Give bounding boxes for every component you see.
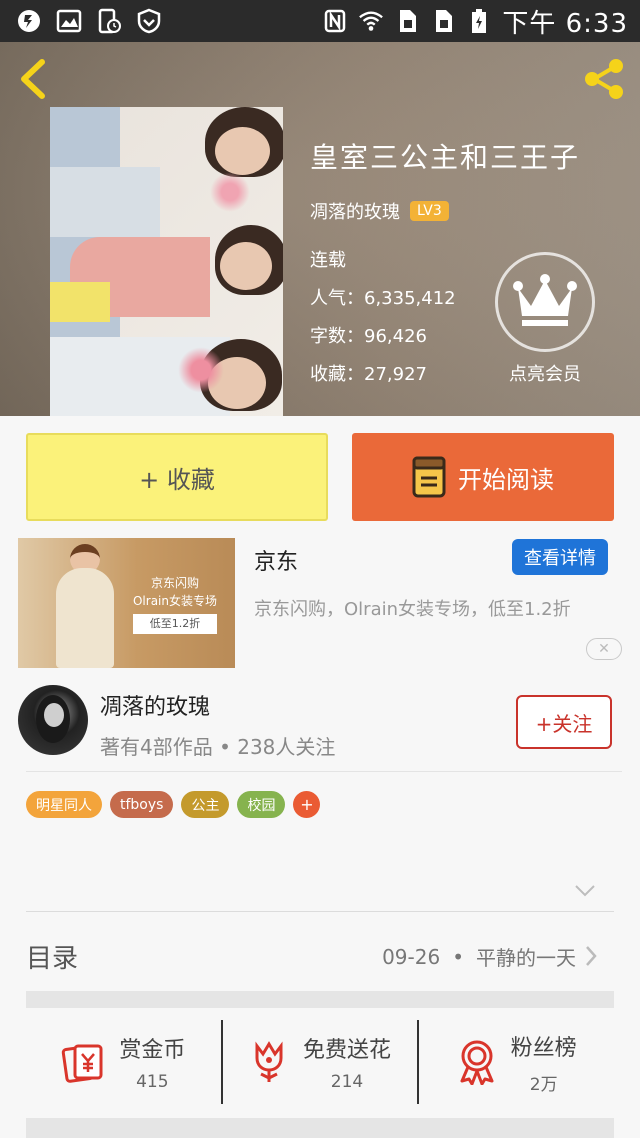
latest-chapter-date: 09-26 [382, 944, 441, 969]
status-system: 下午 6:33 [322, 0, 628, 42]
favorite-label: + 收藏 [139, 465, 215, 494]
avatar[interactable] [18, 685, 88, 755]
follow-button[interactable]: +关注 [516, 695, 612, 749]
add-tag-button[interactable]: + [293, 791, 321, 818]
status-bar: 下午 6:33 [0, 0, 640, 42]
app-icon [16, 8, 42, 34]
start-reading-label: 开始阅读 [458, 465, 554, 494]
tag-campus[interactable]: 校园 [237, 791, 286, 818]
sim1-icon [394, 8, 420, 34]
reward-coins-label: 赏金币 [119, 1038, 186, 1063]
vip-label: 点亮会员 [509, 364, 581, 385]
book-icon [412, 456, 446, 498]
ad-details-button[interactable]: 查看详情 [512, 539, 608, 575]
tag-star-fanfic[interactable]: 明星同人 [26, 791, 102, 818]
back-button[interactable] [14, 56, 54, 102]
vip-button[interactable]: 点亮会员 [490, 252, 600, 386]
status-time: 下午 6:33 [502, 8, 628, 39]
fan-ranking-label: 粉丝榜 [510, 1035, 577, 1061]
table-of-contents-row[interactable]: 目录 09-26 • 平静的一天 [26, 930, 598, 980]
ad-description: 京东闪购，Olrain女装专场，低至1.2折 [254, 599, 571, 620]
chevron-left-icon [21, 59, 45, 99]
latest-chapter-title: 平静的一天 [476, 946, 576, 970]
section-separator [26, 1118, 614, 1138]
book-author-row: 凋落的玫瑰 LV3 [310, 198, 580, 224]
share-icon [585, 59, 623, 99]
separator-dot: • [452, 944, 464, 969]
start-reading-button[interactable]: 开始阅读 [352, 433, 614, 521]
tag-tfboys[interactable]: tfboys [110, 791, 174, 818]
share-button[interactable] [582, 56, 628, 102]
sim2-icon [430, 8, 456, 34]
battery-icon [466, 8, 492, 34]
chevron-right-icon [586, 946, 597, 966]
toc-label: 目录 [26, 944, 79, 974]
latest-chapter: 09-26 • 平静的一天 [382, 942, 576, 971]
tag-princess[interactable]: 公主 [181, 791, 230, 818]
book-author[interactable]: 凋落的玫瑰 [310, 198, 400, 224]
favorite-button[interactable]: + 收藏 [26, 433, 328, 521]
ad-title: 京东 [254, 550, 299, 575]
image-icon [56, 8, 82, 34]
ad-close-button[interactable]: ✕ [586, 638, 622, 660]
reward-coins-value: 415 [136, 1072, 169, 1092]
status-notifications [16, 8, 162, 34]
book-hero: 皇室三公主和三王子 凋落的玫瑰 LV3 连载 人气：6,335,412 字数：9… [0, 42, 640, 416]
author-name: 凋落的玫瑰 [100, 695, 211, 720]
tag-list: 明星同人 tfboys 公主 校园 + [26, 791, 321, 818]
book-cover[interactable] [50, 107, 283, 416]
shield-icon [136, 8, 162, 34]
wifi-icon [358, 8, 384, 34]
close-icon: ✕ [598, 641, 610, 657]
crown-icon [495, 252, 595, 352]
send-flowers-label: 免费送花 [303, 1038, 392, 1063]
chevron-down-icon[interactable] [574, 883, 596, 897]
send-flowers-button[interactable]: 免费送花 214 [220, 1020, 418, 1104]
phone-clock-icon [96, 8, 122, 34]
section-separator [26, 991, 614, 1008]
divider [26, 771, 622, 772]
reward-coins-button[interactable]: 赏金币 415 [26, 1020, 221, 1104]
ad-banner[interactable]: 京东闪购 Olrain女装专场 低至1.2折 京东 查看详情 京东闪购，Olra… [18, 538, 622, 668]
author-level-badge: LV3 [410, 201, 449, 221]
medal-icon [460, 1040, 494, 1085]
red-envelope-icon [62, 1044, 103, 1083]
reward-stats: 赏金币 415 免费送花 214 粉丝榜 2万 [26, 1020, 614, 1104]
send-flowers-value: 214 [330, 1072, 364, 1092]
author-stats: 著有4部作品 • 238人关注 [100, 735, 336, 759]
author-card[interactable]: 凋落的玫瑰 著有4部作品 • 238人关注 +关注 [18, 685, 622, 765]
fan-ranking-button[interactable]: 粉丝榜 2万 [417, 1020, 614, 1104]
book-title: 皇室三公主和三王子 [310, 141, 581, 174]
ad-image-caption: 京东闪购 Olrain女装专场 低至1.2折 [120, 574, 230, 634]
ad-image[interactable]: 京东闪购 Olrain女装专场 低至1.2折 [18, 538, 235, 668]
nfc-icon [322, 8, 348, 34]
flower-icon [255, 1041, 283, 1082]
fan-ranking-value: 2万 [529, 1074, 558, 1095]
divider [26, 911, 614, 912]
